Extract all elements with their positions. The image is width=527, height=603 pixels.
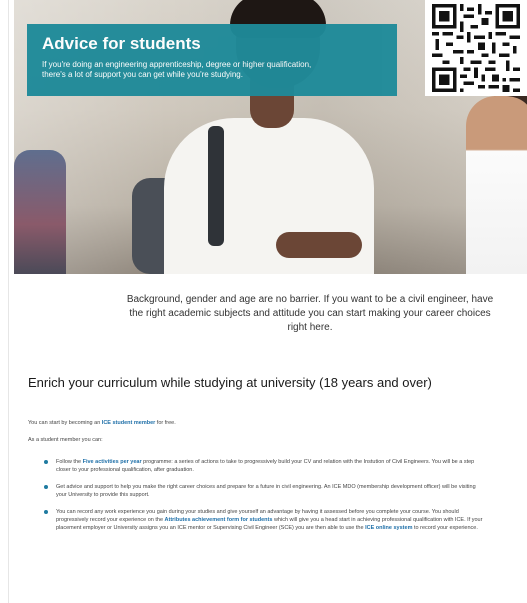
bullet-icon	[44, 460, 48, 464]
five-activities-link[interactable]: Five activities per year	[83, 459, 142, 465]
intro-text: Background, gender and age are no barrie…	[126, 294, 494, 333]
hero-right-person	[466, 96, 527, 274]
hero-student-arm	[276, 232, 362, 258]
hero-subtitle-line1: If you're doing an engineering apprentic…	[42, 60, 312, 69]
hero-left-person	[14, 150, 66, 274]
student-member-paragraph: You can start by becoming an ICE student…	[28, 419, 176, 427]
list-item: Get advice and support to help you make …	[44, 483, 484, 499]
ice-student-member-link[interactable]: ICE student member	[102, 420, 155, 426]
bullet-3-suffix: to record your experience.	[412, 525, 478, 531]
bullet-icon	[44, 485, 48, 489]
p1-prefix: You can start by becoming an	[28, 420, 102, 426]
hero-subtitle-line2: there's a lot of support you can get whi…	[42, 70, 243, 79]
section-title: Enrich your curriculum while studying at…	[28, 375, 432, 390]
benefits-list: Follow the Five activities per year prog…	[44, 458, 484, 541]
bullet-2-text: Get advice and support to help you make …	[56, 484, 476, 498]
ice-online-system-link[interactable]: ICE online system	[365, 525, 412, 531]
page-title: Advice for students	[42, 34, 201, 53]
bullet-icon	[44, 510, 48, 514]
hero-backpack-strap	[208, 126, 224, 246]
list-item: Follow the Five activities per year prog…	[44, 458, 484, 474]
bullet-1-prefix: Follow the	[56, 459, 83, 465]
p1-suffix: for free.	[155, 420, 176, 426]
hero-overlay: Advice for students If you're doing an e…	[27, 24, 397, 96]
attributes-form-link[interactable]: Attributes achievement form for students	[165, 517, 273, 523]
student-member-can-paragraph: As a student member you can:	[28, 437, 103, 443]
list-item: You can record any work experience you g…	[44, 508, 484, 532]
qr-code-icon[interactable]	[425, 0, 527, 96]
